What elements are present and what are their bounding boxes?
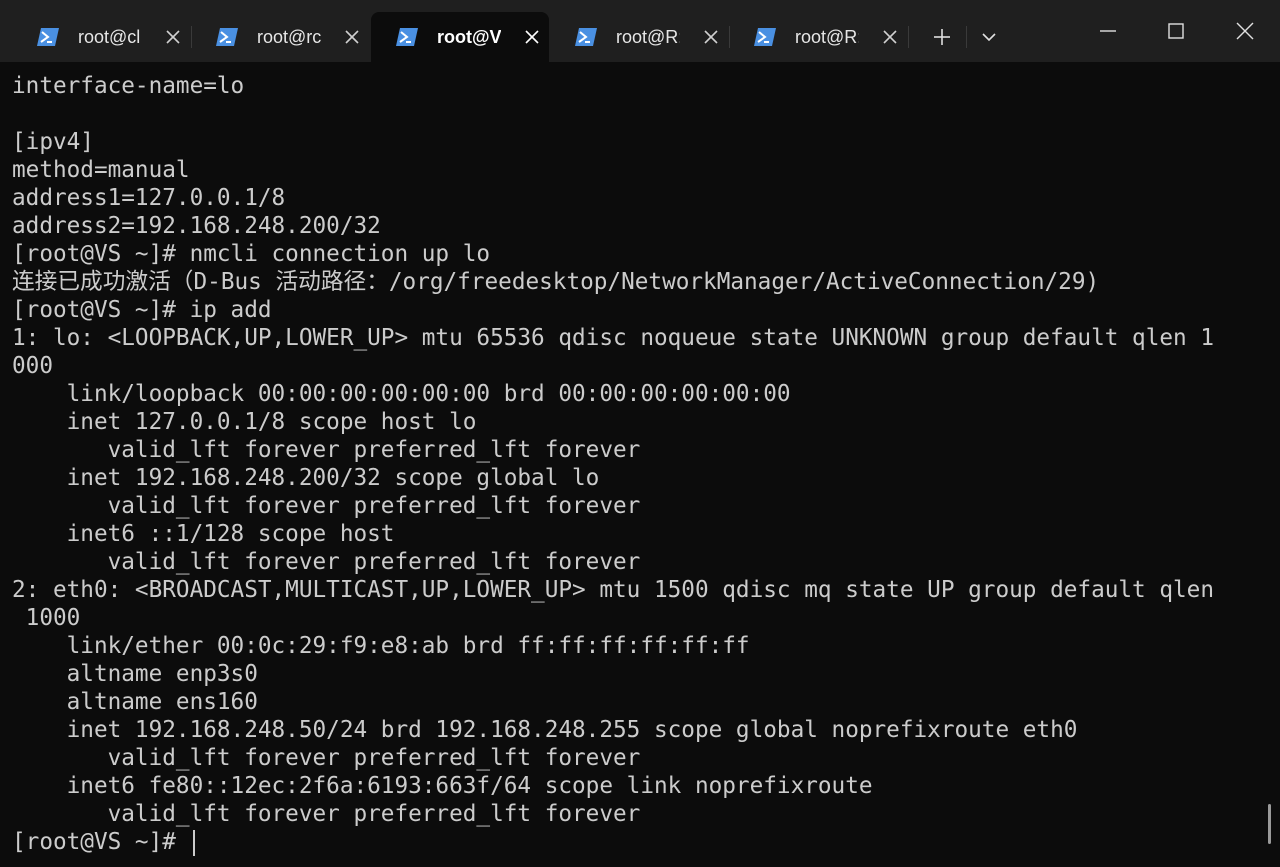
- terminal-line: altname ens160: [12, 689, 258, 715]
- terminal-line: address2=192.168.248.200/32: [12, 213, 381, 239]
- terminal-line: 2: eth0: <BROADCAST,MULTICAST,UP,LOWER_U…: [12, 577, 1214, 603]
- tab-label: root@R:: [795, 27, 859, 47]
- tab-5[interactable]: root@R:: [729, 12, 907, 62]
- close-icon[interactable]: [521, 26, 543, 48]
- maximize-icon[interactable]: [1161, 16, 1191, 46]
- terminal-line: link/ether 00:0c:29:f9:e8:ab brd ff:ff:f…: [12, 633, 750, 659]
- powershell-icon: [575, 28, 597, 46]
- tab-4[interactable]: root@R:: [550, 12, 728, 62]
- chevron-down-icon[interactable]: [976, 24, 1002, 50]
- terminal-line: inet 127.0.0.1/8 scope host lo: [12, 409, 477, 435]
- title-bar: root@cl root@rc root@V: root@R: root@R:: [0, 0, 1280, 62]
- terminal-line: inet 192.168.248.50/24 brd 192.168.248.2…: [12, 717, 1078, 743]
- terminal-line: 1000: [12, 605, 81, 631]
- tab-3-active[interactable]: root@V:: [371, 12, 549, 62]
- terminal-line: valid_lft forever preferred_lft forever: [12, 549, 641, 575]
- window-close-icon[interactable]: [1230, 16, 1260, 46]
- minimize-icon[interactable]: [1093, 16, 1123, 46]
- close-icon[interactable]: [879, 26, 901, 48]
- terminal-window: root@cl root@rc root@V: root@R: root@R: …: [0, 0, 1280, 867]
- tab-divider: [966, 26, 967, 48]
- scrollbar[interactable]: [1268, 804, 1271, 844]
- terminal-line: 连接已成功激活（D-Bus 活动路径：/org/freedesktop/Netw…: [12, 269, 1100, 295]
- terminal-line: [root@VS ~]# ip add: [12, 297, 272, 323]
- terminal-line: valid_lft forever preferred_lft forever: [12, 801, 641, 827]
- powershell-icon: [396, 28, 418, 46]
- terminal-line: 000: [12, 353, 53, 379]
- tab-2[interactable]: root@rc: [191, 12, 369, 62]
- powershell-icon: [37, 28, 59, 46]
- terminal-line: valid_lft forever preferred_lft forever: [12, 493, 641, 519]
- tab-label: root@R:: [616, 27, 680, 47]
- tab-label: root@V:: [437, 27, 501, 47]
- terminal-line: inet6 ::1/128 scope host: [12, 521, 395, 547]
- terminal-line: [ipv4]: [12, 129, 94, 155]
- text-cursor: [193, 830, 195, 856]
- terminal-text: interface-name=lo [ipv4] method=manual addr…: [12, 72, 1214, 856]
- terminal-line: method=manual: [12, 157, 190, 183]
- terminal-line: link/loopback 00:00:00:00:00:00 brd 00:0…: [12, 381, 791, 407]
- close-icon[interactable]: [341, 26, 363, 48]
- terminal-line: inet 192.168.248.200/32 scope global lo: [12, 465, 600, 491]
- tab-label: root@cl: [78, 27, 141, 47]
- terminal-line: 1: lo: <LOOPBACK,UP,LOWER_UP> mtu 65536 …: [12, 325, 1214, 351]
- terminal-output[interactable]: interface-name=lo [ipv4] method=manual addr…: [0, 62, 1280, 867]
- powershell-icon: [754, 28, 776, 46]
- terminal-line: valid_lft forever preferred_lft forever: [12, 437, 641, 463]
- terminal-line: address1=127.0.0.1/8: [12, 185, 286, 211]
- tab-1[interactable]: root@cl: [12, 12, 190, 62]
- terminal-line: valid_lft forever preferred_lft forever: [12, 745, 641, 771]
- powershell-icon: [216, 28, 238, 46]
- terminal-line: altname enp3s0: [12, 661, 258, 687]
- terminal-line: interface-name=lo: [12, 73, 245, 99]
- tab-divider: [908, 26, 909, 48]
- terminal-line: [root@VS ~]# nmcli connection up lo: [12, 241, 491, 267]
- plus-icon[interactable]: [928, 23, 956, 51]
- close-icon[interactable]: [700, 26, 722, 48]
- tab-label: root@rc: [257, 27, 321, 47]
- terminal-line: inet6 fe80::12ec:2f6a:6193:663f/64 scope…: [12, 773, 873, 799]
- close-icon[interactable]: [162, 26, 184, 48]
